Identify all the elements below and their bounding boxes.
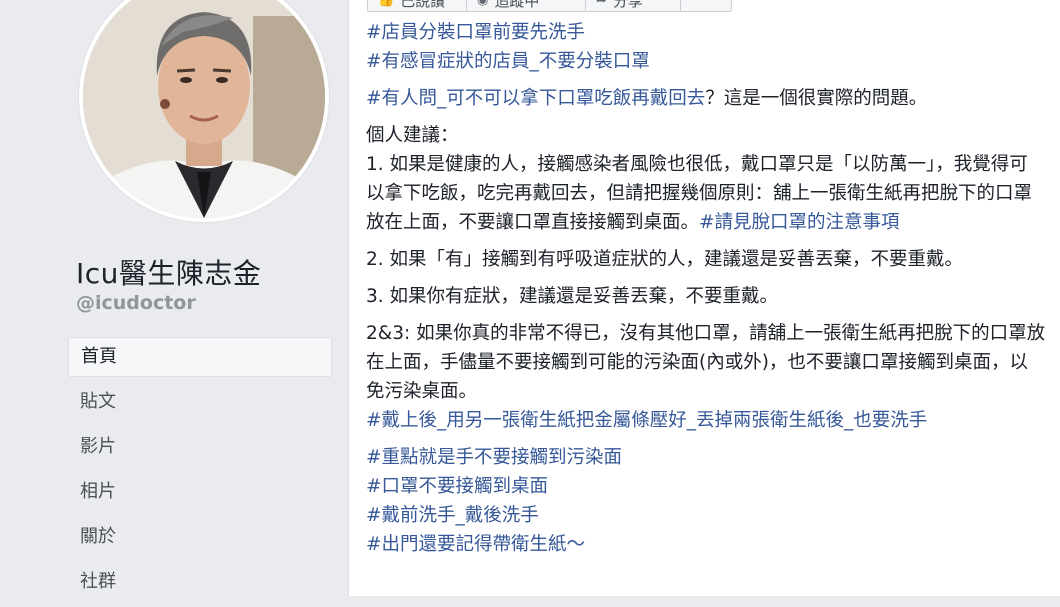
liked-button[interactable]: 👍 已說讚 <box>367 0 467 12</box>
following-label: 追蹤中 <box>494 0 540 10</box>
nav-item-home[interactable]: 首頁 <box>68 337 332 377</box>
hashtag-link[interactable]: #重點就是手不要接觸到污染面 <box>366 447 622 468</box>
nav-item-photos[interactable]: 相片 <box>68 472 332 512</box>
hashtag-link[interactable]: #出門還要記得帶衛生紙～ <box>366 534 585 555</box>
page-nav: 首頁 貼文 影片 相片 關於 社群 <box>68 337 332 607</box>
liked-label: 已說讚 <box>400 0 446 10</box>
hashtag-link[interactable]: #請見脫口罩的注意事項 <box>699 212 900 233</box>
nav-item-about[interactable]: 關於 <box>68 517 332 557</box>
post-text: 3. 如果你有症狀，建議還是妥善丟棄，不要重戴。 <box>366 286 779 307</box>
page-handle[interactable]: @icudoctor <box>76 292 196 314</box>
page-title[interactable]: Icu醫生陳志金 <box>76 252 261 292</box>
post-text: ？這是一個很實際的問題。 <box>705 88 928 109</box>
post-text: 2&3: 如果你真的非常不得已，沒有其他口罩，請舖上一張衛生紙再把脫下的口罩放在… <box>366 323 1046 402</box>
share-button[interactable]: ➦ 分享 <box>585 0 681 12</box>
hashtag-link[interactable]: #戴上後_用另一張衛生紙把金屬條壓好_丟掉兩張衛生紙後_也要洗手 <box>366 410 927 431</box>
page-sidebar: Icu醫生陳志金 @icudoctor 首頁 貼文 影片 相片 關於 社群 <box>0 0 340 596</box>
rss-icon: ◉ <box>477 0 489 8</box>
post-text: 個人建議： <box>366 125 459 146</box>
hashtag-link[interactable]: #口罩不要接觸到桌面 <box>366 476 548 497</box>
nav-item-community[interactable]: 社群 <box>68 562 332 602</box>
more-button[interactable] <box>680 0 732 12</box>
like-icon: 👍 <box>378 0 395 8</box>
share-label: 分享 <box>612 0 643 10</box>
hashtag-link[interactable]: #店員分裝口罩前要先洗手 <box>366 22 585 43</box>
post-card: 👍 已說讚 ◉ 追蹤中 ➦ 分享 #店員分裝口罩前要先洗手 #有感冒症狀的店員_… <box>348 0 1060 596</box>
share-icon: ➦ <box>596 0 607 8</box>
nav-item-posts[interactable]: 貼文 <box>68 382 332 422</box>
post-body: #店員分裝口罩前要先洗手 #有感冒症狀的店員_不要分裝口罩 #有人問_可不可以拿… <box>366 18 1046 559</box>
hashtag-link[interactable]: #有人問_可不可以拿下口罩吃飯再戴回去 <box>366 88 705 109</box>
hashtag-link[interactable]: #戴前洗手_戴後洗手 <box>366 505 539 526</box>
page-action-bar: 👍 已說讚 ◉ 追蹤中 ➦ 分享 <box>367 0 732 12</box>
post-text: 2. 如果「有」接觸到有呼吸道症狀的人，建議還是妥善丟棄，不要重戴。 <box>366 249 964 270</box>
hashtag-link[interactable]: #有感冒症狀的店員_不要分裝口罩 <box>366 51 650 72</box>
following-button[interactable]: ◉ 追蹤中 <box>466 0 586 12</box>
nav-item-videos[interactable]: 影片 <box>68 427 332 467</box>
